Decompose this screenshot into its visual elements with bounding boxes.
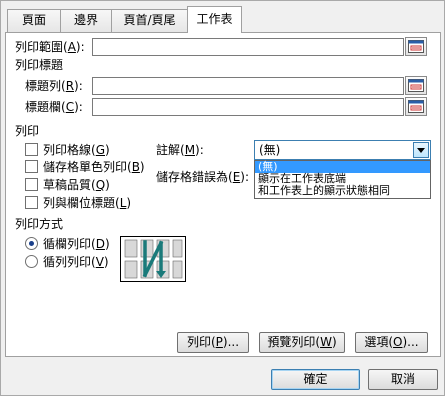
comments-select-value: (無)	[259, 143, 281, 157]
print-preview-button[interactable]: 預覽列印(W)	[259, 332, 345, 353]
cols-to-repeat-input[interactable]	[92, 98, 404, 116]
rows-to-repeat-label: 標題列(R):	[25, 79, 83, 93]
collapse-dialog-icon	[408, 79, 424, 92]
page-order-preview	[120, 236, 186, 282]
ok-button[interactable]: 確定	[271, 369, 360, 390]
comments-label: 註解(M):	[156, 143, 204, 157]
gridlines-label: 列印格線(G)	[43, 143, 110, 157]
cell-errors-label: 儲存格錯誤為(E):	[156, 170, 250, 184]
down-then-over-radio[interactable]	[25, 237, 38, 250]
comments-dropdown-list: (無) 顯示在工作表底端 和工作表上的顯示狀態相同	[254, 160, 431, 199]
comments-option-as-displayed[interactable]: 和工作表上的顯示狀態相同	[255, 185, 430, 197]
cols-collapse-button[interactable]	[405, 97, 427, 116]
row-col-headings-label: 列與欄位標題(L)	[43, 196, 132, 210]
rows-collapse-button[interactable]	[405, 76, 427, 95]
cancel-button-label: 取消	[390, 372, 415, 386]
black-and-white-label: 儲存格單色列印(B)	[43, 160, 145, 174]
black-and-white-checkbox[interactable]	[25, 160, 38, 173]
tab-margins-label: 邊界	[73, 13, 98, 27]
tab-sheet[interactable]: 工作表	[187, 6, 242, 33]
draft-quality-label: 草稿品質(Q)	[43, 178, 110, 192]
row-col-headings-checkbox[interactable]	[25, 196, 38, 209]
comments-select[interactable]: (無)	[254, 140, 431, 160]
page-order-group-label: 列印方式	[15, 217, 64, 231]
down-then-over-label: 循欄列印(D)	[43, 237, 110, 251]
rows-to-repeat-input[interactable]	[92, 77, 404, 95]
page-setup-dialog: 頁面 邊界 頁首/頁尾 工作表 列印範圍(A): 列印標題 標題列(R): 標題…	[0, 0, 445, 396]
options-button[interactable]: 選項(O)...	[355, 332, 428, 353]
collapse-dialog-icon	[408, 100, 424, 113]
print-area-label: 列印範圍(A):	[15, 40, 85, 54]
print-group-label: 列印	[15, 124, 40, 138]
tab-sheet-label: 工作表	[196, 12, 233, 26]
tab-page[interactable]: 頁面	[7, 9, 61, 32]
over-then-down-radio[interactable]	[25, 255, 38, 268]
tab-page-label: 頁面	[21, 13, 46, 27]
tab-margins[interactable]: 邊界	[60, 9, 112, 32]
collapse-dialog-icon	[408, 40, 424, 53]
ok-button-label: 確定	[303, 372, 328, 386]
comments-dropdown-button[interactable]	[413, 142, 429, 158]
draft-quality-checkbox[interactable]	[25, 178, 38, 191]
page-order-down-then-over-icon	[124, 239, 183, 279]
print-area-input[interactable]	[92, 38, 404, 56]
print-button[interactable]: 列印(P)...	[177, 332, 249, 353]
print-titles-group-label: 列印標題	[15, 58, 64, 72]
tab-header-footer-label: 頁首/頁尾	[123, 13, 176, 27]
over-then-down-label: 循列列印(V)	[43, 255, 109, 269]
cols-to-repeat-label: 標題欄(C):	[25, 100, 83, 114]
tab-header-footer[interactable]: 頁首/頁尾	[111, 9, 188, 32]
sheet-panel: 列印範圍(A): 列印標題 標題列(R): 標題欄(C): 列印 列印格線(G)…	[5, 32, 441, 357]
chevron-down-icon	[417, 148, 425, 153]
print-area-collapse-button[interactable]	[405, 37, 427, 56]
gridlines-checkbox[interactable]	[25, 143, 38, 156]
cancel-button[interactable]: 取消	[368, 369, 438, 390]
